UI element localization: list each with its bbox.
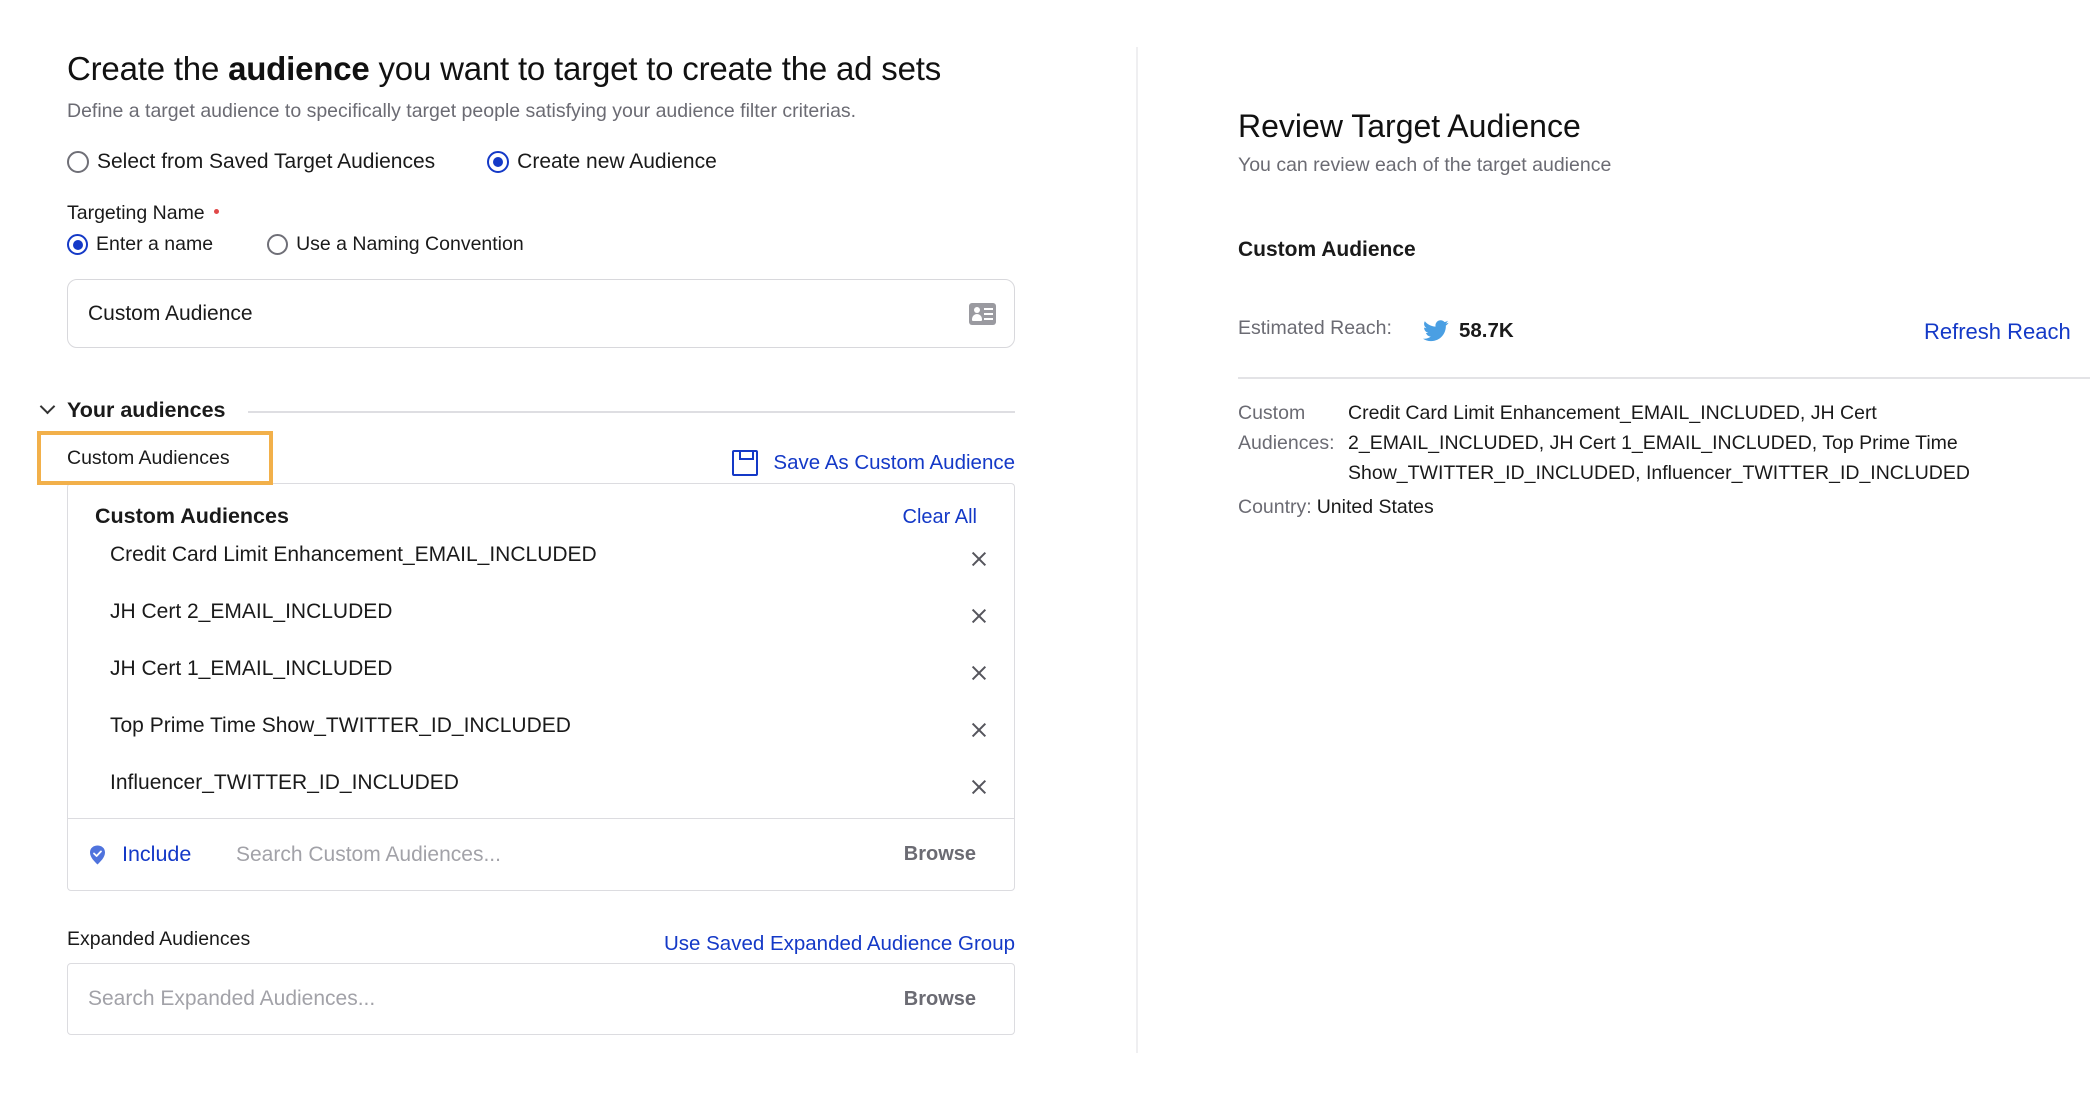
targeting-name-text: Targeting Name xyxy=(67,202,205,224)
refresh-reach-link[interactable]: Refresh Reach xyxy=(1924,319,2071,345)
custom-audiences-value: Credit Card Limit Enhancement_EMAIL_INCL… xyxy=(1348,402,1970,484)
audience-list-item: JH Cert 2_EMAIL_INCLUDED xyxy=(110,600,990,632)
custom-audiences-label: Custom Audiences xyxy=(67,447,230,469)
custom-audience-search-input[interactable] xyxy=(236,819,836,890)
country-key: Country: xyxy=(1238,496,1312,518)
radio-circle-checked[interactable] xyxy=(487,151,510,173)
audience-name: JH Cert 1_EMAIL_INCLUDED xyxy=(110,657,393,680)
review-audience-name: Custom Audience xyxy=(1238,238,1416,261)
close-icon[interactable] xyxy=(968,719,990,741)
targeting-name-field xyxy=(67,279,1015,348)
review-title: Review Target Audience xyxy=(1238,108,1581,144)
audience-list-item: Influencer_TWITTER_ID_INCLUDED xyxy=(110,771,990,803)
audience-name: Influencer_TWITTER_ID_INCLUDED xyxy=(110,771,459,794)
radio-select-saved[interactable]: Select from Saved Target Audiences xyxy=(67,150,435,174)
expanded-audiences-label: Expanded Audiences xyxy=(67,928,251,950)
save-icon xyxy=(732,449,759,476)
review-country-row: Country: United States xyxy=(1238,496,1434,519)
save-as-custom-audience-link[interactable]: Save As Custom Audience xyxy=(732,449,1015,476)
required-indicator xyxy=(213,209,219,215)
radio-circle-checked[interactable] xyxy=(67,234,88,255)
page-heading: Create the audience you want to target t… xyxy=(67,50,941,88)
heading-suffix: you want to target to create the ad sets xyxy=(369,50,942,87)
radio-label: Select from Saved Target Audiences xyxy=(97,150,436,173)
review-subtitle: You can review each of the target audien… xyxy=(1238,154,1612,176)
audience-mode-radio-group: Select from Saved Target Audiences Creat… xyxy=(67,150,717,174)
review-custom-audiences-row: Custom Audiences: Credit Card Limit Enha… xyxy=(1238,398,2018,488)
custom-audiences-card: Custom Audiences Clear All Credit Card L… xyxy=(67,483,1015,819)
radio-create-new[interactable]: Create new Audience xyxy=(487,150,717,174)
radio-label: Create new Audience xyxy=(517,150,717,173)
twitter-icon xyxy=(1423,320,1449,342)
contact-card-icon[interactable] xyxy=(969,303,996,325)
shield-check-icon xyxy=(90,845,105,865)
close-icon[interactable] xyxy=(968,548,990,570)
radio-circle[interactable] xyxy=(267,234,289,255)
browse-expanded-button[interactable]: Browse xyxy=(904,988,976,1011)
use-saved-expanded-group-link[interactable]: Use Saved Expanded Audience Group xyxy=(664,932,1015,956)
chevron-down-icon[interactable] xyxy=(37,399,59,421)
card-title: Custom Audiences xyxy=(95,504,289,528)
radio-circle[interactable] xyxy=(67,151,89,173)
audience-list-item: Top Prime Time Show_TWITTER_ID_INCLUDED xyxy=(110,714,990,746)
targeting-name-radio-group: Enter a name Use a Naming Convention xyxy=(67,233,524,256)
heading-prefix: Create the xyxy=(67,50,229,87)
section-divider xyxy=(247,411,1015,413)
targeting-name-label: Targeting Name xyxy=(67,202,219,225)
estimated-reach-value: 58.7K xyxy=(1459,319,1514,342)
custom-audiences-key: Custom Audiences: xyxy=(1238,402,1335,454)
radio-label: Use a Naming Convention xyxy=(296,233,524,255)
targeting-name-input[interactable] xyxy=(88,280,908,347)
review-divider xyxy=(1238,377,2090,379)
heading-bold: audience xyxy=(228,50,370,87)
audience-name: Credit Card Limit Enhancement_EMAIL_INCL… xyxy=(110,543,597,566)
close-icon[interactable] xyxy=(968,662,990,684)
clear-all-button[interactable]: Clear All xyxy=(903,506,977,529)
radio-label: Enter a name xyxy=(96,233,214,255)
radio-naming-convention[interactable]: Use a Naming Convention xyxy=(267,233,524,256)
page-subtitle: Define a target audience to specifically… xyxy=(67,100,857,122)
your-audiences-section-header[interactable]: Your audiences xyxy=(37,396,1015,424)
country-value: United States xyxy=(1316,496,1434,518)
audience-name: JH Cert 2_EMAIL_INCLUDED xyxy=(110,600,393,623)
panel-divider xyxy=(1136,47,1138,1053)
your-audiences-title: Your audiences xyxy=(67,397,226,422)
expanded-audience-search-row: Browse xyxy=(67,963,1015,1035)
close-icon[interactable] xyxy=(968,776,990,798)
expanded-audience-search-input[interactable] xyxy=(88,964,688,1034)
browse-custom-button[interactable]: Browse xyxy=(904,843,976,866)
save-as-label: Save As Custom Audience xyxy=(773,451,1015,474)
estimated-reach-label: Estimated Reach: xyxy=(1238,317,1392,339)
include-dropdown[interactable]: Include xyxy=(122,842,191,867)
audience-list-item: Credit Card Limit Enhancement_EMAIL_INCL… xyxy=(110,543,990,575)
close-icon[interactable] xyxy=(968,605,990,627)
custom-audience-search-row: Include Browse xyxy=(67,818,1015,891)
audience-name: Top Prime Time Show_TWITTER_ID_INCLUDED xyxy=(110,714,571,737)
radio-enter-name[interactable]: Enter a name xyxy=(67,233,213,256)
audience-list-item: JH Cert 1_EMAIL_INCLUDED xyxy=(110,657,990,689)
